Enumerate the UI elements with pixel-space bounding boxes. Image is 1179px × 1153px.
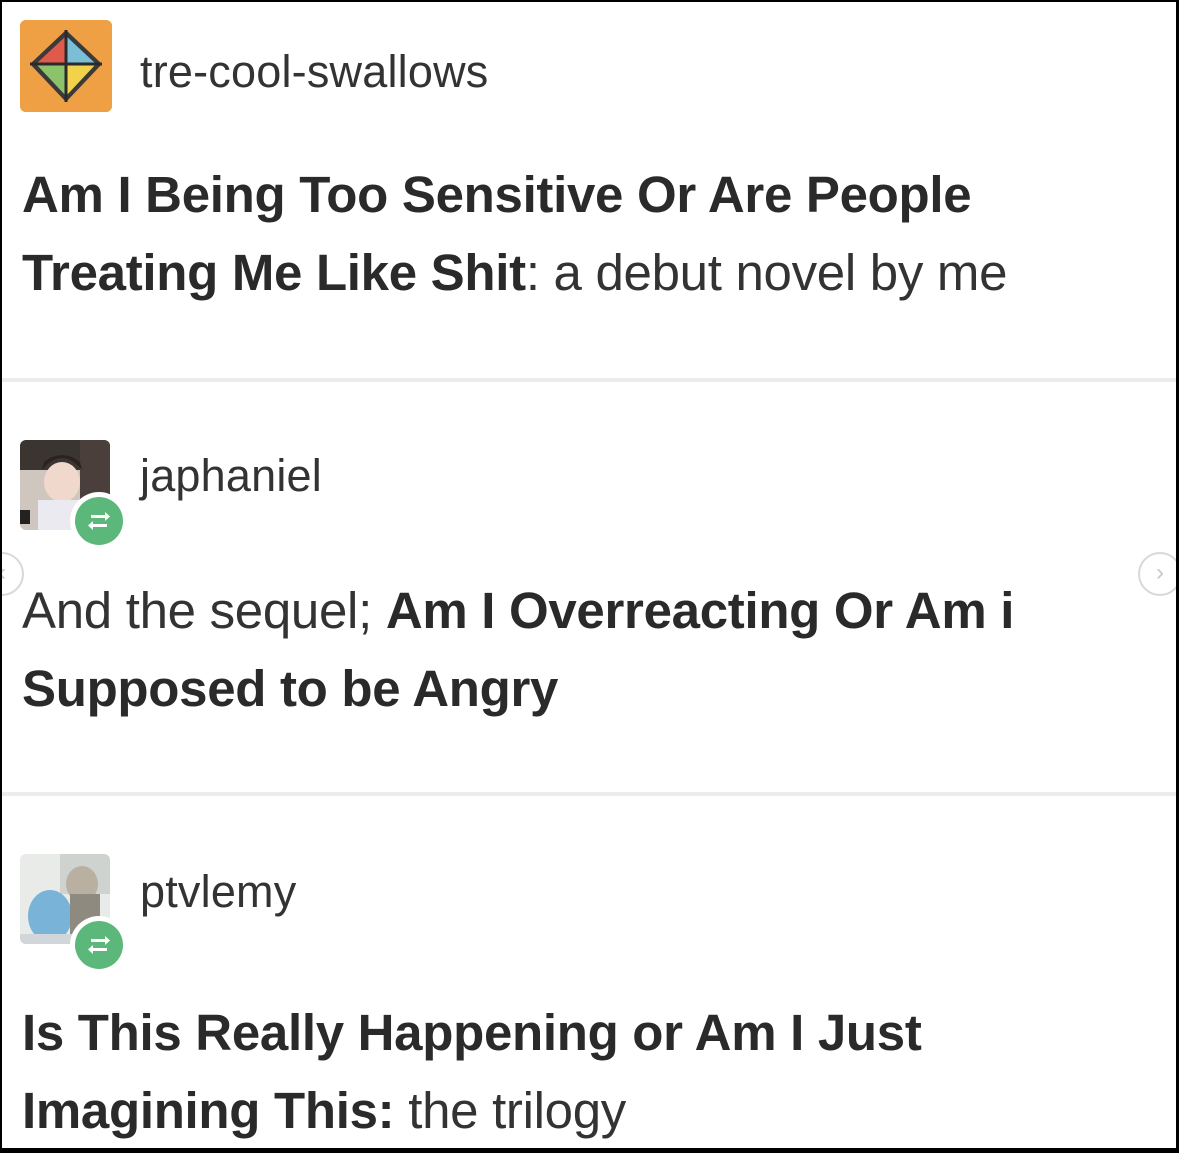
username[interactable]: ptvlemy (140, 866, 296, 918)
post-body-regular: the trilogy (394, 1082, 627, 1139)
post-thread: tre-cool-swallows Am I Being Too Sensiti… (2, 2, 1176, 1148)
post-body: Am I Being Too Sensitive Or Are People T… (22, 156, 1162, 312)
post-original: tre-cool-swallows Am I Being Too Sensiti… (2, 2, 1176, 378)
orange-diamond-avatar-icon (20, 20, 112, 112)
chevron-left-icon[interactable]: ‹ (2, 552, 24, 596)
reblog-icon (75, 497, 123, 545)
screenshot-frame: tre-cool-swallows Am I Being Too Sensiti… (0, 0, 1179, 1153)
reblog-badge (70, 916, 128, 974)
reblog-badge (70, 492, 128, 550)
reblog-icon (75, 921, 123, 969)
post-body: Is This Really Happening or Am I Just Im… (22, 994, 1162, 1148)
post-reblog: ptvlemy Is This Really Happening or Am I… (2, 796, 1176, 1148)
post-body-regular: : a debut novel by me (525, 244, 1008, 301)
post-body-regular: And the sequel; (22, 582, 386, 639)
post-reblog: japhaniel ‹ › And the sequel; Am I Overr… (2, 382, 1176, 792)
avatar-tre-cool-swallows[interactable] (20, 20, 112, 112)
post-body: And the sequel; Am I Overreacting Or Am … (22, 572, 1162, 728)
username[interactable]: japhaniel (140, 450, 322, 502)
username[interactable]: tre-cool-swallows (140, 46, 488, 98)
